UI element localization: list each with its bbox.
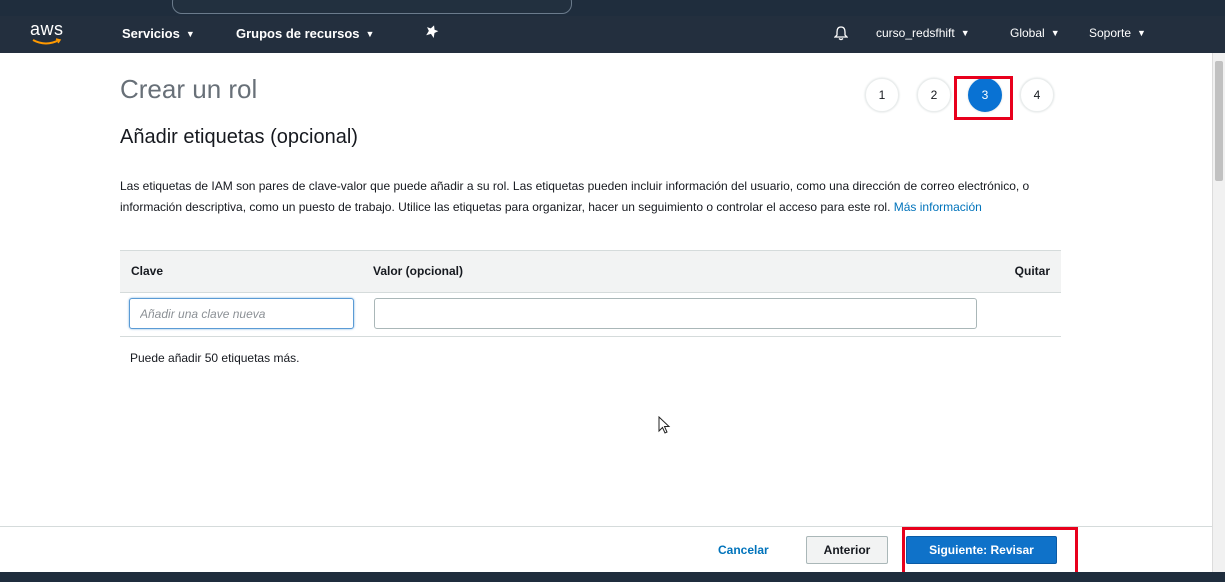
- learn-more-link[interactable]: Más información: [894, 200, 982, 214]
- tag-value-input[interactable]: [374, 298, 977, 329]
- step-1[interactable]: 1: [865, 78, 899, 112]
- remaining-tags-text: Puede añadir 50 etiquetas más.: [130, 351, 300, 365]
- tags-table-header: Clave Valor (opcional) Quitar: [120, 250, 1061, 293]
- bell-icon[interactable]: [833, 25, 849, 44]
- aws-navbar: aws Servicios ▼ Grupos de recursos ▼ cur…: [0, 16, 1225, 53]
- column-remove: Quitar: [1014, 264, 1050, 278]
- pin-icon[interactable]: [425, 24, 439, 41]
- support-menu[interactable]: Soporte ▼: [1089, 26, 1146, 40]
- services-menu[interactable]: Servicios ▼: [122, 26, 195, 41]
- chevron-down-icon: ▼: [365, 28, 375, 39]
- chevron-down-icon: ▼: [960, 28, 970, 38]
- step-highlight-box: [954, 76, 1013, 120]
- aws-logo[interactable]: aws: [30, 20, 66, 48]
- vertical-scrollbar[interactable]: [1212, 53, 1225, 573]
- step-2[interactable]: 2: [917, 78, 951, 112]
- resource-groups-menu[interactable]: Grupos de recursos ▼: [236, 26, 374, 41]
- column-value: Valor (opcional): [373, 264, 464, 278]
- region-label: Global: [1010, 26, 1045, 40]
- mouse-cursor-icon: [658, 416, 671, 434]
- region-menu[interactable]: Global ▼: [1010, 26, 1060, 40]
- taskbar-strip: [0, 572, 1225, 582]
- previous-button[interactable]: Anterior: [806, 536, 888, 564]
- tag-key-input[interactable]: [129, 298, 354, 329]
- description-text: Las etiquetas de IAM son pares de clave-…: [120, 176, 1070, 218]
- account-label: curso_redsfhift: [876, 26, 955, 40]
- aws-smile-icon: [32, 38, 62, 45]
- table-row-divider: [120, 336, 1061, 337]
- services-label: Servicios: [122, 26, 180, 41]
- chevron-down-icon: ▼: [1050, 28, 1060, 38]
- step-4[interactable]: 4: [1020, 78, 1054, 112]
- browser-address-bar[interactable]: [172, 0, 572, 14]
- cancel-button[interactable]: Cancelar: [718, 543, 769, 557]
- section-title: Añadir etiquetas (opcional): [120, 126, 358, 148]
- column-key: Clave: [131, 264, 164, 278]
- account-menu[interactable]: curso_redsfhift ▼: [876, 26, 970, 40]
- scrollbar-thumb[interactable]: [1215, 61, 1223, 181]
- support-label: Soporte: [1089, 26, 1132, 40]
- aws-logo-text: aws: [30, 19, 64, 39]
- next-button-highlight-box: [902, 527, 1078, 575]
- browser-top-strip: [0, 0, 1225, 16]
- resource-groups-label: Grupos de recursos: [236, 26, 360, 41]
- page-title: Crear un rol: [120, 74, 258, 104]
- chevron-down-icon: ▼: [185, 28, 195, 39]
- chevron-down-icon: ▼: [1137, 28, 1146, 38]
